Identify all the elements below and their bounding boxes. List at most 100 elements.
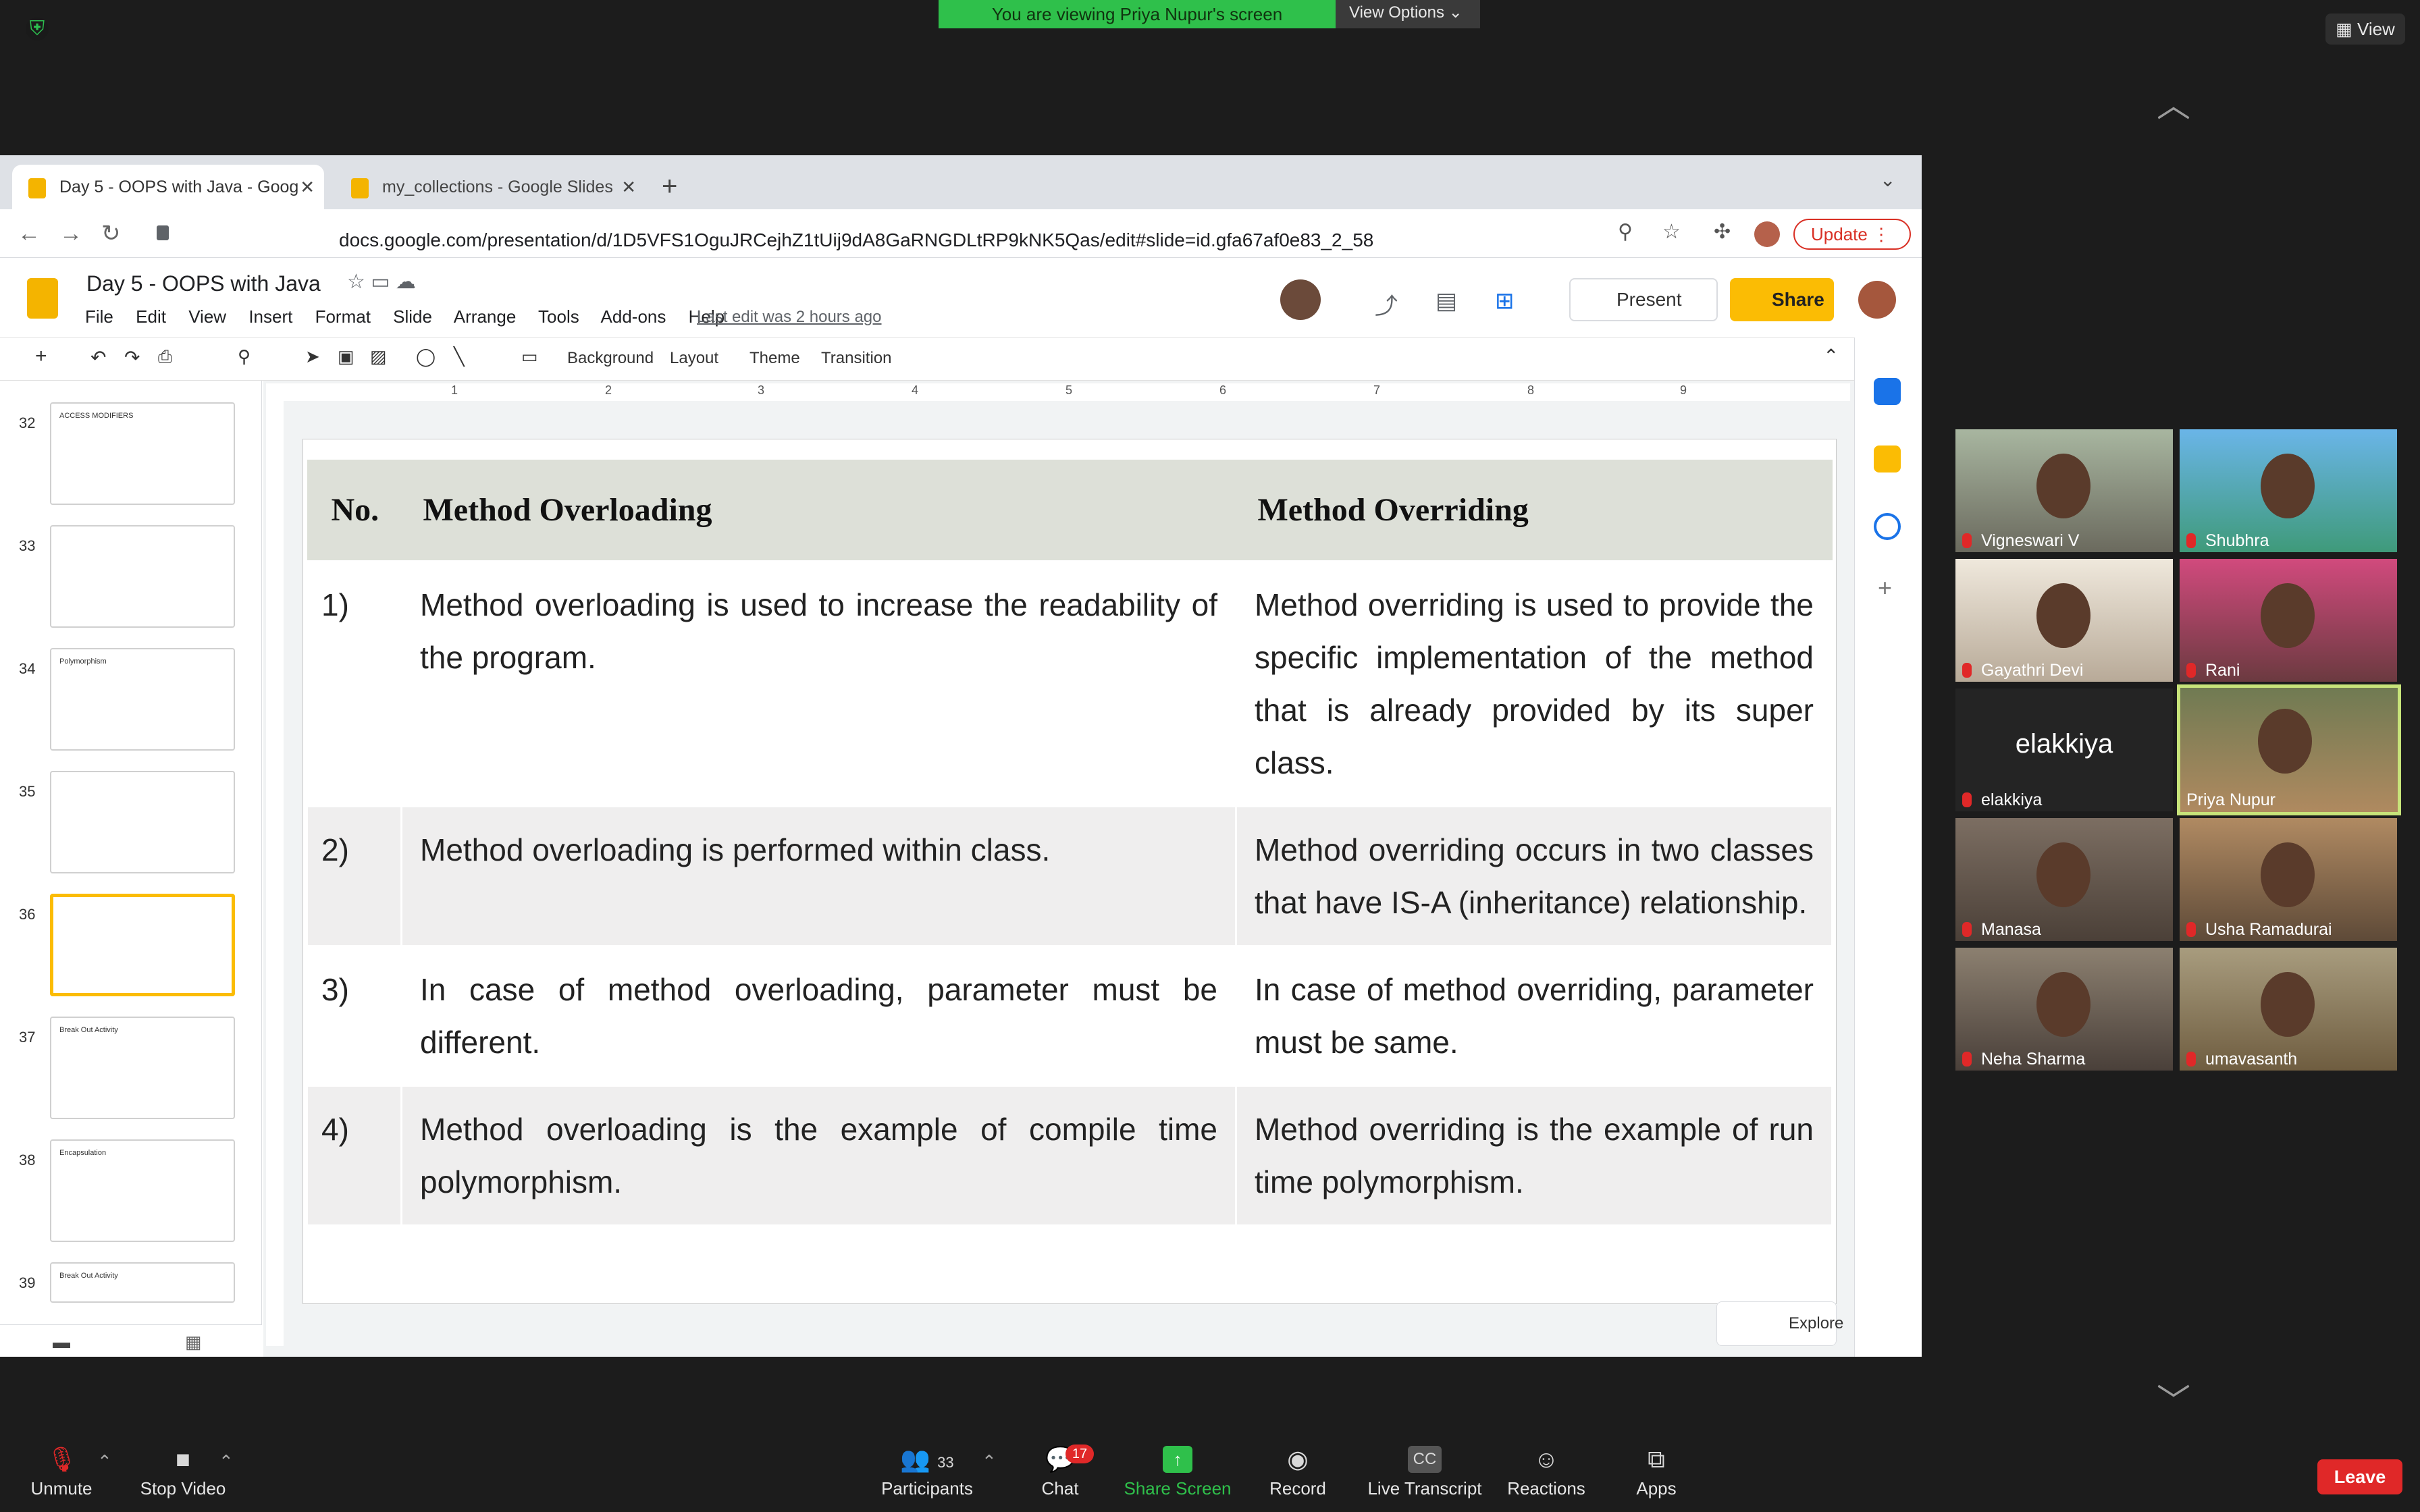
keep-icon[interactable]: [1874, 446, 1901, 473]
profile-avatar[interactable]: [1754, 221, 1780, 247]
participant-tile-active-speaker[interactable]: Priya Nupur: [2177, 684, 2401, 815]
overloading-cell: Method overloading is used to increase t…: [400, 560, 1237, 807]
menu-addons[interactable]: Add-ons: [601, 306, 666, 327]
participant-tile[interactable]: Gayathri Devi: [1955, 559, 2173, 682]
tab-my-collections[interactable]: my_collections - Google Slides ✕: [335, 165, 646, 209]
close-icon[interactable]: ✕: [621, 165, 636, 209]
chat-badge: 17: [1066, 1444, 1094, 1463]
participant-tile[interactable]: elakkiya elakkiya: [1955, 688, 2173, 811]
image-icon[interactable]: ▨: [370, 346, 387, 367]
view-options-button[interactable]: View Options ⌄: [1336, 0, 1480, 28]
forward-icon[interactable]: →: [59, 219, 82, 248]
participant-tile[interactable]: Neha Sharma: [1955, 948, 2173, 1071]
tasks-icon[interactable]: [1874, 513, 1901, 540]
chevron-down-icon[interactable]: ﹀: [2150, 1384, 2197, 1418]
extensions-icon[interactable]: ✣: [1714, 220, 1731, 244]
menu-format[interactable]: Format: [315, 306, 371, 327]
chevron-down-icon[interactable]: ⌄: [1880, 169, 1895, 191]
live-transcript-button[interactable]: CC Live Transcript: [1363, 1446, 1487, 1498]
undo-icon[interactable]: ↶: [90, 346, 106, 369]
overriding-cell: Method overriding occurs in two classes …: [1235, 805, 1833, 947]
comment-icon[interactable]: ▤: [1436, 288, 1457, 315]
address-bar[interactable]: docs.google.com/presentation/d/1D5VFS1Og…: [150, 217, 1635, 250]
slide[interactable]: No. Method Overloading Method Overriding…: [302, 439, 1837, 1304]
participant-tile[interactable]: umavasanth: [2180, 948, 2397, 1071]
textbox-icon[interactable]: ▣: [338, 346, 354, 367]
background-button[interactable]: Background: [567, 349, 654, 368]
menu-view[interactable]: View: [188, 306, 226, 327]
thumbnail-text: Polymorphism: [59, 657, 107, 666]
line-icon[interactable]: ╲: [454, 346, 465, 367]
participant-tile[interactable]: Rani: [2180, 559, 2397, 682]
chevron-up-icon[interactable]: ⌃: [219, 1451, 234, 1472]
transition-button[interactable]: Transition: [821, 349, 891, 368]
leave-button[interactable]: Leave: [2317, 1459, 2402, 1494]
participant-name: Vigneswari V: [1981, 531, 2080, 550]
stop-video-button[interactable]: ■ Stop Video: [134, 1446, 232, 1499]
chevron-up-icon[interactable]: ︿: [2150, 88, 2197, 122]
participant-tile[interactable]: Shubhra: [2180, 429, 2397, 552]
slide-thumbnail[interactable]: Break Out Activity: [50, 1017, 235, 1119]
slide-thumbnail[interactable]: Encapsulation: [50, 1139, 235, 1242]
share-screen-button[interactable]: ↑ Share Screen: [1122, 1446, 1233, 1498]
participants-button[interactable]: 👥 33 Participants: [875, 1446, 979, 1499]
shield-icon[interactable]: ⛨: [26, 18, 49, 40]
calendar-icon[interactable]: [1874, 378, 1901, 405]
menu-tools[interactable]: Tools: [538, 306, 579, 327]
account-avatar[interactable]: [1858, 281, 1896, 319]
slide-thumbnail[interactable]: ACCESS MODIFIERS: [50, 402, 235, 505]
slide-thumbnail[interactable]: [50, 525, 235, 628]
bookmark-star-icon[interactable]: ☆: [1662, 220, 1681, 244]
add-addon-icon[interactable]: +: [1878, 574, 1892, 602]
close-icon[interactable]: ✕: [300, 165, 315, 209]
layout-button[interactable]: Layout: [670, 349, 718, 368]
unmute-button[interactable]: 🎙 Unmute: [24, 1446, 99, 1499]
meet-icon[interactable]: ⊞: [1495, 288, 1515, 315]
slide-thumbnail[interactable]: [50, 771, 235, 873]
zoom-icon[interactable]: ⚲: [1618, 220, 1633, 244]
last-edit-link[interactable]: Last edit was 2 hours ago: [697, 308, 882, 327]
participant-tile[interactable]: Manasa: [1955, 818, 2173, 941]
zoom-icon[interactable]: ⚲: [238, 346, 251, 367]
chevron-up-icon[interactable]: ⌃: [97, 1451, 112, 1472]
comment-icon[interactable]: ▭: [521, 346, 538, 367]
print-icon[interactable]: ⎙: [158, 346, 172, 368]
theme-button[interactable]: Theme: [749, 349, 800, 368]
list-view-icon[interactable]: ▬: [53, 1332, 70, 1353]
new-slide-icon[interactable]: +: [35, 345, 47, 368]
menu-arrange[interactable]: Arrange: [454, 306, 517, 327]
participant-tile[interactable]: Vigneswari V: [1955, 429, 2173, 552]
slide-thumbnail[interactable]: Break Out Activity: [50, 1262, 235, 1303]
collaborator-avatar[interactable]: [1280, 279, 1321, 320]
activity-icon[interactable]: ⤴: [1375, 288, 1398, 321]
back-icon[interactable]: ←: [18, 219, 41, 248]
grid-view-icon[interactable]: ▦: [185, 1332, 202, 1353]
shape-icon[interactable]: ◯: [416, 346, 436, 367]
redo-icon[interactable]: ↷: [124, 346, 140, 369]
new-tab-icon[interactable]: +: [662, 166, 677, 207]
select-icon[interactable]: ➤: [305, 346, 320, 367]
reload-icon[interactable]: ↻: [101, 219, 121, 248]
star-icon[interactable]: ☆ ▭ ☁: [347, 270, 416, 294]
present-button[interactable]: Present: [1569, 278, 1718, 321]
chevron-up-icon[interactable]: ⌃: [1823, 345, 1839, 367]
reactions-button[interactable]: ☺ Reactions: [1506, 1446, 1587, 1499]
explore-button[interactable]: Explore: [1716, 1301, 1843, 1346]
participant-tile[interactable]: Usha Ramadurai: [2180, 818, 2397, 941]
chevron-up-icon[interactable]: ⌃: [982, 1451, 997, 1472]
menu-edit[interactable]: Edit: [136, 306, 166, 327]
slides-logo-icon[interactable]: [27, 278, 58, 319]
view-button[interactable]: ▦ View: [2325, 14, 2405, 45]
menu-slide[interactable]: Slide: [393, 306, 432, 327]
menu-insert[interactable]: Insert: [248, 306, 292, 327]
stop-video-label: Stop Video: [140, 1478, 226, 1498]
share-button[interactable]: Share: [1730, 278, 1834, 321]
record-button[interactable]: ◉ Record: [1263, 1446, 1333, 1499]
menu-file[interactable]: File: [85, 306, 113, 327]
tab-day5[interactable]: Day 5 - OOPS with Java - Goog ✕: [12, 165, 324, 209]
update-button[interactable]: Update ⋮: [1793, 219, 1911, 250]
apps-button[interactable]: ⧉ Apps: [1631, 1446, 1681, 1499]
slide-thumbnail-selected[interactable]: [50, 894, 235, 996]
slide-thumbnail[interactable]: Polymorphism: [50, 648, 235, 751]
document-title[interactable]: Day 5 - OOPS with Java: [86, 271, 321, 296]
